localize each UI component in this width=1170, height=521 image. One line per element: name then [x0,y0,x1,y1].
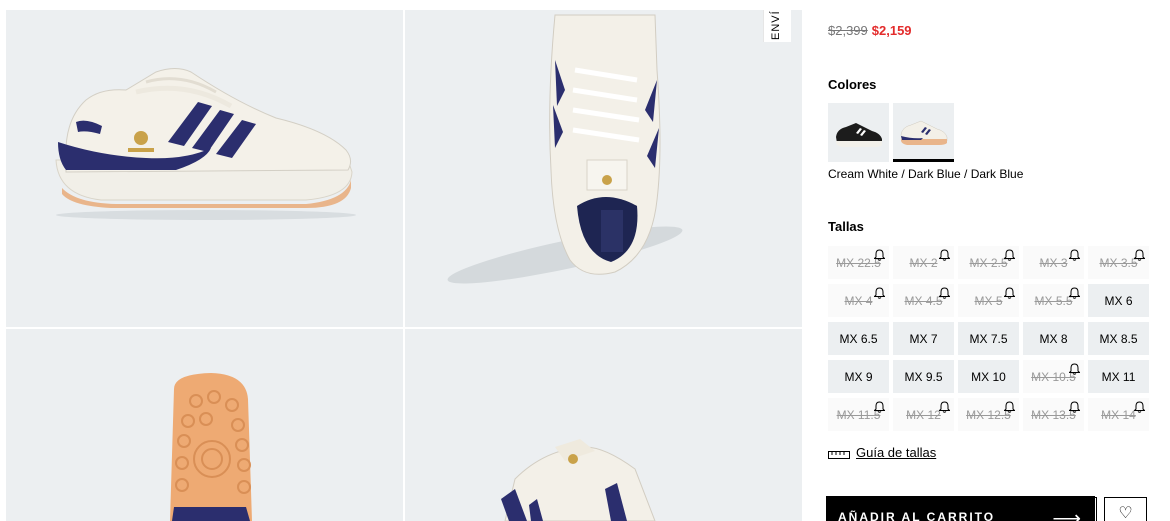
size-option[interactable]: MX 9 [828,360,889,393]
size-option-label: MX 9 [844,369,873,384]
size-option-label: MX 7.5 [969,331,1008,346]
size-option-label: MX 12 [906,407,941,422]
color-swatches [828,103,1028,163]
size-option[interactable]: MX 8.5 [1088,322,1149,355]
sizes-heading: Tallas [828,219,864,234]
size-option[interactable]: MX 9.5 [893,360,954,393]
original-price: $2,399 [828,23,868,38]
notify-bell-icon[interactable] [939,401,950,413]
wishlist-button[interactable]: ♡ [1104,497,1147,521]
size-option-label: MX 3 [1039,255,1068,270]
size-option[interactable]: MX 5.5 [1023,284,1084,317]
notify-bell-icon[interactable] [874,249,885,261]
button-shadow [1094,497,1097,521]
size-option[interactable]: MX 11.5 [828,398,889,431]
notify-bell-icon[interactable] [1004,287,1015,299]
size-option-label: MX 3.5 [1099,255,1138,270]
size-option[interactable]: MX 12 [893,398,954,431]
notify-bell-icon[interactable] [874,401,885,413]
size-option[interactable]: MX 13.5 [1023,398,1084,431]
color-swatch-cream-navy[interactable] [893,103,954,162]
size-option[interactable]: MX 2 [893,246,954,279]
size-option-label: MX 11 [1101,369,1136,384]
size-option[interactable]: MX 4 [828,284,889,317]
product-image-top-view[interactable] [405,10,802,327]
product-info-panel: $2,399 $2,159 Colores Cream White / Dark … [826,0,1170,521]
size-option-label: MX 9.5 [904,369,943,384]
size-option[interactable]: MX 11 [1088,360,1149,393]
size-option[interactable]: MX 2.5 [958,246,1019,279]
size-option[interactable]: MX 7.5 [958,322,1019,355]
size-option-label: MX 6 [1104,293,1133,308]
product-image-detail-view[interactable] [405,329,802,521]
size-option-label: MX 2 [909,255,938,270]
size-guide-label: Guía de tallas [856,445,937,460]
notify-bell-icon[interactable] [1069,401,1080,413]
product-image-sole-view[interactable] [6,329,403,521]
size-option-label: MX 14 [1101,407,1136,422]
size-option-label: MX 8.5 [1099,331,1138,346]
size-option-label: MX 10 [971,369,1006,384]
size-option[interactable]: MX 5 [958,284,1019,317]
size-guide-link[interactable]: Guía de tallas [828,445,936,460]
size-option-label: MX 4 [844,293,873,308]
add-to-cart-button[interactable]: AÑADIR AL CARRITO ⟶ [826,496,1095,521]
size-option-label: MX 5.5 [1034,293,1073,308]
ruler-icon [828,448,850,459]
size-option[interactable]: MX 6.5 [828,322,889,355]
size-option-label: MX 8 [1039,331,1068,346]
size-option-label: MX 6.5 [839,331,878,346]
notify-bell-icon[interactable] [1069,363,1080,375]
size-option[interactable]: MX 10 [958,360,1019,393]
size-option[interactable]: MX 3.5 [1088,246,1149,279]
selected-color-name: Cream White / Dark Blue / Dark Blue [828,167,1024,181]
shipping-tab-label: ENVÍ [770,10,782,40]
notify-bell-icon[interactable] [1134,401,1145,413]
size-option[interactable]: MX 12.5 [958,398,1019,431]
size-option[interactable]: MX 6 [1088,284,1149,317]
size-option-label: MX 5 [974,293,1003,308]
size-option[interactable]: MX 10.5 [1023,360,1084,393]
size-option[interactable]: MX 3 [1023,246,1084,279]
notify-bell-icon[interactable] [939,287,950,299]
notify-bell-icon[interactable] [1004,249,1015,261]
shipping-tab[interactable]: ENVÍ [763,10,791,42]
heart-icon: ♡ [1118,505,1133,521]
colors-heading: Colores [828,77,877,92]
notify-bell-icon[interactable] [1069,287,1080,299]
size-option[interactable]: MX 4.5 [893,284,954,317]
product-gallery [6,10,802,521]
size-option-label: MX 4.5 [904,293,943,308]
notify-bell-icon[interactable] [939,249,950,261]
product-image-side-view[interactable] [6,10,403,327]
size-option[interactable]: MX 7 [893,322,954,355]
notify-bell-icon[interactable] [1134,249,1145,261]
add-to-cart-label: AÑADIR AL CARRITO [838,510,996,521]
sale-price: $2,159 [871,23,912,38]
price-row: $2,399 $2,159 [828,23,912,38]
notify-bell-icon[interactable] [874,287,885,299]
arrow-right-icon: ⟶ [1052,508,1081,521]
size-option[interactable]: MX 14 [1088,398,1149,431]
notify-bell-icon[interactable] [1069,249,1080,261]
size-option-label: MX 7 [909,331,938,346]
size-option-label: MX 2.5 [969,255,1008,270]
size-option[interactable]: MX 8 [1023,322,1084,355]
notify-bell-icon[interactable] [1004,401,1015,413]
color-swatch-black[interactable] [828,103,889,162]
size-option[interactable]: MX 22.5 [828,246,889,279]
